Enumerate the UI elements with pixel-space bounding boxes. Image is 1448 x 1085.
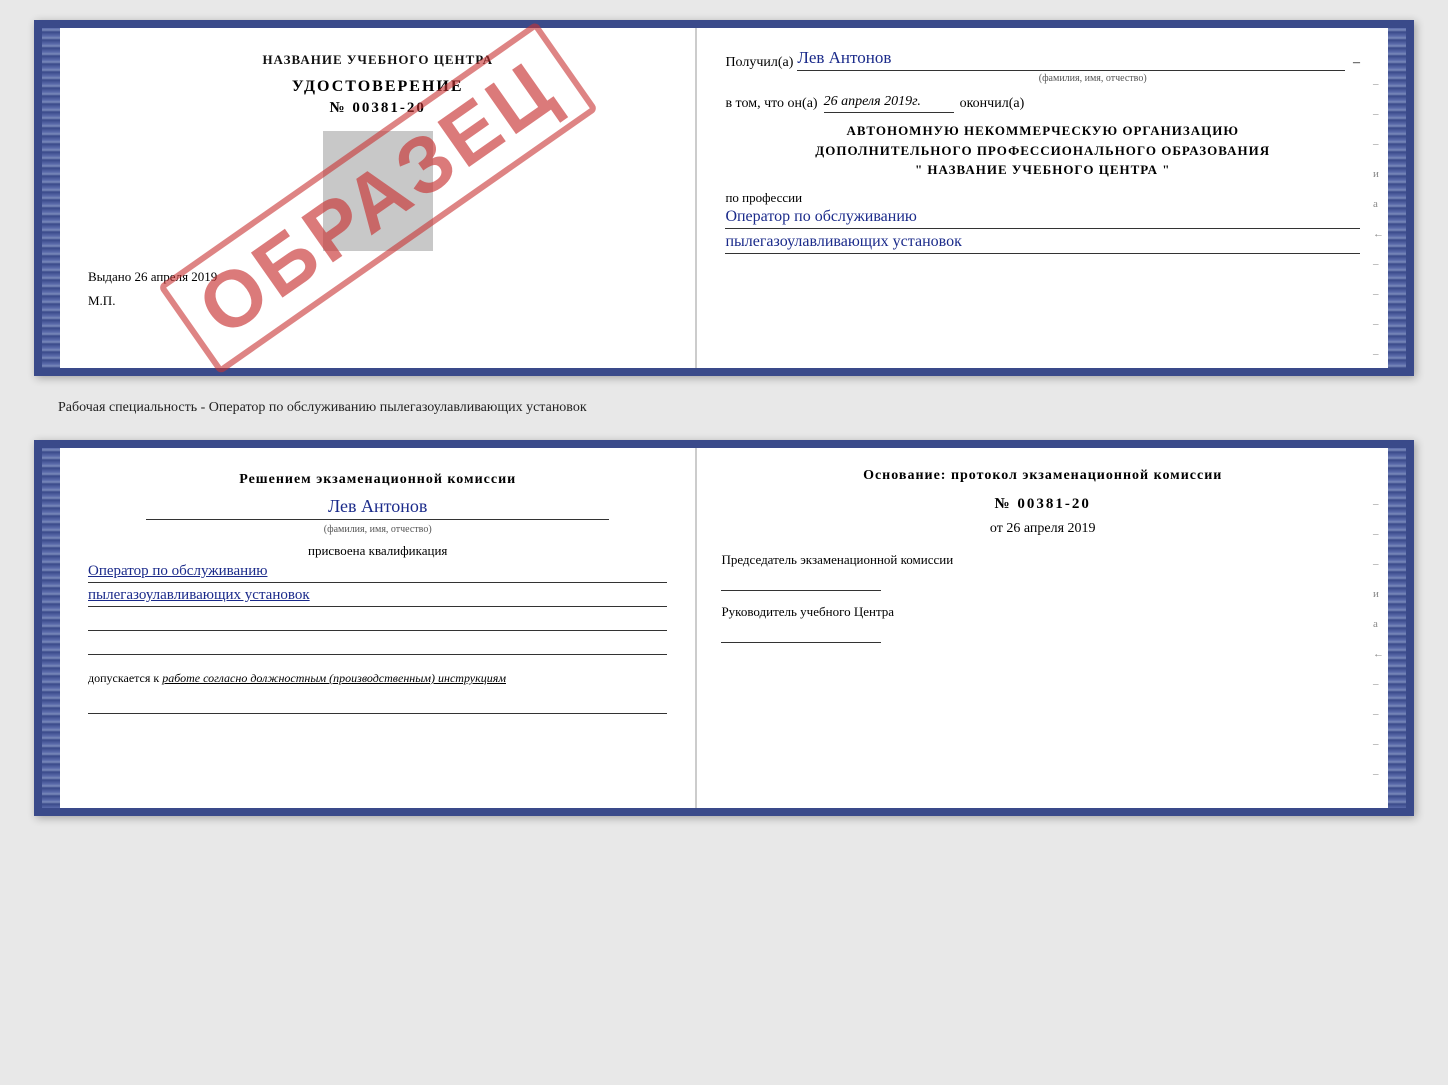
top-document: НАЗВАНИЕ УЧЕБНОГО ЦЕНТРА ОБРАЗЕЦ УДОСТОВ… xyxy=(34,20,1414,376)
bottom-doc-right-panel: Основание: протокол экзаменационной коми… xyxy=(697,448,1388,808)
allowed-value: работе согласно должностным (производств… xyxy=(162,671,506,685)
date-line: в том, что он(а) 26 апреля 2019г. окончи… xyxy=(725,94,1360,113)
doc-spine-right-top xyxy=(1388,28,1406,368)
fio-hint-bottom: (фамилия, имя, отчество) xyxy=(88,524,667,535)
doc-spine-left xyxy=(42,28,60,368)
okonchil-label: окончил(а) xyxy=(960,96,1025,112)
doc-spine-right-bottom xyxy=(1388,448,1406,808)
side-marks-bottom: – – – и а ← – – – – xyxy=(1373,498,1384,780)
date-value: 26 апреля 2019г. xyxy=(824,94,954,113)
head-block: Руководитель учебного Центра xyxy=(721,603,1364,643)
chairman-block: Председатель экзаменационной комиссии xyxy=(721,551,1364,591)
org-line3: " НАЗВАНИЕ УЧЕБНОГО ЦЕНТРА " xyxy=(725,160,1360,180)
qual-label: присвоена квалификация xyxy=(88,543,667,559)
issued-label: Выдано xyxy=(88,269,131,284)
head-sig-line xyxy=(721,625,881,643)
protocol-date-value: 26 апреля 2019 xyxy=(1006,521,1095,536)
protocol-date: от 26 апреля 2019 xyxy=(721,521,1364,537)
separator-text: Рабочая специальность - Оператор по обсл… xyxy=(34,392,1414,424)
profession-value2: пылегазоулавливающих установок xyxy=(725,233,1360,254)
issued-date-value: 26 апреля 2019 xyxy=(135,269,218,284)
bottom-doc-left-panel: Решением экзаменационной комиссии Лев Ан… xyxy=(60,448,697,808)
profession-value1: Оператор по обслуживанию xyxy=(725,208,1360,229)
profession-label: по профессии xyxy=(725,190,1360,206)
qual-line2: пылегазоулавливающих установок xyxy=(88,587,667,607)
person-name: Лев Антонов xyxy=(146,496,610,520)
top-doc-left-panel: НАЗВАНИЕ УЧЕБНОГО ЦЕНТРА ОБРАЗЕЦ УДОСТОВ… xyxy=(60,28,697,368)
date-prefix: в том, что он(а) xyxy=(725,96,817,112)
org-line1: АВТОНОМНУЮ НЕКОММЕРЧЕСКУЮ ОРГАНИЗАЦИЮ xyxy=(725,121,1360,141)
empty-line-3 xyxy=(88,696,667,714)
fio-hint-top: (фамилия, имя, отчество) xyxy=(725,73,1360,84)
issued-date: Выдано 26 апреля 2019 xyxy=(88,269,667,285)
protocol-date-prefix: от xyxy=(990,521,1003,536)
received-label: Получил(а) xyxy=(725,55,793,71)
empty-line-2 xyxy=(88,637,667,655)
bottom-document: Решением экзаменационной комиссии Лев Ан… xyxy=(34,440,1414,816)
school-title-top: НАЗВАНИЕ УЧЕБНОГО ЦЕНТРА xyxy=(88,52,667,68)
chairman-sig-line xyxy=(721,573,881,591)
org-line2: ДОПОЛНИТЕЛЬНОГО ПРОФЕССИОНАЛЬНОГО ОБРАЗО… xyxy=(725,141,1360,161)
basis-title: Основание: протокол экзаменационной коми… xyxy=(721,468,1364,484)
doc-spine-left-bottom xyxy=(42,448,60,808)
photo-placeholder xyxy=(323,131,433,251)
side-marks-top: – – – и а ← – – – – xyxy=(1373,78,1384,360)
allowed-prefix: допускается к xyxy=(88,671,159,685)
commission-title: Решением экзаменационной комиссии xyxy=(88,472,667,488)
qual-line1: Оператор по обслуживанию xyxy=(88,563,667,583)
received-name: Лев Антонов xyxy=(797,48,1345,71)
received-dash: – xyxy=(1353,55,1360,71)
head-label: Руководитель учебного Центра xyxy=(721,603,1364,621)
empty-line-1 xyxy=(88,613,667,631)
allowed-label: допускается к работе согласно должностны… xyxy=(88,671,667,686)
received-line: Получил(а) Лев Антонов – xyxy=(725,48,1360,71)
top-doc-right-panel: Получил(а) Лев Антонов – (фамилия, имя, … xyxy=(697,28,1388,368)
cert-label: УДОСТОВЕРЕНИЕ xyxy=(88,78,667,96)
protocol-number: № 00381-20 xyxy=(721,496,1364,513)
chairman-label: Председатель экзаменационной комиссии xyxy=(721,551,1364,569)
cert-number: № 00381-20 xyxy=(88,100,667,117)
mp-label: М.П. xyxy=(88,293,667,309)
org-block: АВТОНОМНУЮ НЕКОММЕРЧЕСКУЮ ОРГАНИЗАЦИЮ ДО… xyxy=(725,121,1360,180)
